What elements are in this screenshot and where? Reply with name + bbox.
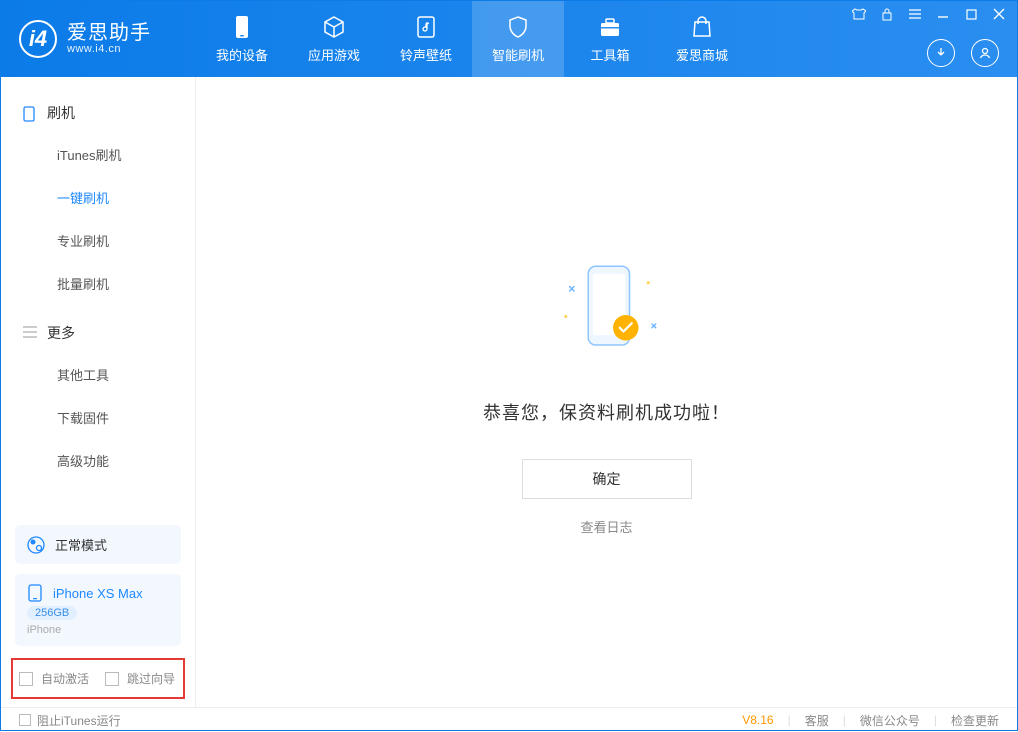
tab-label: 爱思商城 xyxy=(676,45,728,64)
confirm-button[interactable]: 确定 xyxy=(522,459,692,499)
checkbox-auto-activate[interactable] xyxy=(19,672,33,686)
app-name: 爱思助手 xyxy=(67,23,151,43)
footer: 阻止iTunes运行 V8.16 | 客服 | 微信公众号 | 检查更新 xyxy=(1,707,1017,732)
success-message: 恭喜您，保资料刷机成功啦！ xyxy=(483,399,730,425)
success-illustration xyxy=(547,249,667,369)
cube-icon xyxy=(322,15,346,39)
section-title: 更多 xyxy=(47,323,75,343)
device-name: iPhone XS Max xyxy=(53,586,143,601)
sidebar-item-download-firmware[interactable]: 下载固件 xyxy=(1,396,195,439)
main-tabs: 我的设备 应用游戏 铃声壁纸 智能刷机 工具箱 爱思商城 xyxy=(196,1,748,77)
user-icon[interactable] xyxy=(971,39,999,67)
logo: i4 爱思助手 www.i4.cn xyxy=(1,20,196,58)
device-storage-badge: 256GB xyxy=(27,606,77,620)
sidebar-item-advanced[interactable]: 高级功能 xyxy=(1,439,195,482)
bag-icon xyxy=(690,15,714,39)
sidebar-item-oneclick-flash[interactable]: 一键刷机 xyxy=(1,176,195,219)
header-actions xyxy=(927,39,999,67)
sidebar-item-batch-flash[interactable]: 批量刷机 xyxy=(1,262,195,305)
tab-toolbox[interactable]: 工具箱 xyxy=(564,1,656,77)
lock-icon[interactable] xyxy=(879,7,895,21)
tab-label: 我的设备 xyxy=(216,45,268,64)
mode-indicator[interactable]: 正常模式 xyxy=(15,525,181,564)
checkbox-block-itunes[interactable] xyxy=(19,714,31,726)
option-label: 自动激活 xyxy=(41,670,89,687)
view-log-link[interactable]: 查看日志 xyxy=(580,517,632,536)
tab-flash[interactable]: 智能刷机 xyxy=(472,1,564,77)
phone-outline-icon xyxy=(23,106,37,120)
sidebar-item-other-tools[interactable]: 其他工具 xyxy=(1,353,195,396)
window-controls xyxy=(851,7,1007,21)
mode-icon xyxy=(27,536,45,554)
close-icon[interactable] xyxy=(991,7,1007,21)
tab-apps[interactable]: 应用游戏 xyxy=(288,1,380,77)
tab-label: 智能刷机 xyxy=(492,45,544,64)
section-more: 更多 xyxy=(1,313,195,353)
phone-icon xyxy=(230,15,254,39)
sidebar: 刷机 iTunes刷机 一键刷机 专业刷机 批量刷机 更多 其他工具 下载固件 … xyxy=(1,77,196,707)
minimize-icon[interactable] xyxy=(935,7,951,21)
version-label: V8.16 xyxy=(742,713,773,727)
device-card[interactable]: iPhone XS Max 256GB iPhone xyxy=(15,574,181,646)
tab-label: 铃声壁纸 xyxy=(400,45,452,64)
mode-label: 正常模式 xyxy=(55,535,107,554)
tshirt-icon[interactable] xyxy=(851,7,867,21)
tab-ringtones[interactable]: 铃声壁纸 xyxy=(380,1,472,77)
tab-store[interactable]: 爱思商城 xyxy=(656,1,748,77)
support-link[interactable]: 客服 xyxy=(805,712,829,729)
sidebar-item-itunes-flash[interactable]: iTunes刷机 xyxy=(1,133,195,176)
logo-icon: i4 xyxy=(19,20,57,58)
section-flash: 刷机 xyxy=(1,93,195,133)
option-label: 跳过向导 xyxy=(127,670,175,687)
tab-my-device[interactable]: 我的设备 xyxy=(196,1,288,77)
sidebar-item-pro-flash[interactable]: 专业刷机 xyxy=(1,219,195,262)
block-itunes-label: 阻止iTunes运行 xyxy=(37,712,121,729)
list-icon xyxy=(23,326,37,340)
maximize-icon[interactable] xyxy=(963,7,979,21)
device-type: iPhone xyxy=(27,624,169,636)
main-content: 恭喜您，保资料刷机成功啦！ 确定 查看日志 xyxy=(196,77,1017,707)
tab-label: 工具箱 xyxy=(590,45,629,64)
menu-icon[interactable] xyxy=(907,7,923,21)
wechat-link[interactable]: 微信公众号 xyxy=(860,712,920,729)
music-file-icon xyxy=(414,15,438,39)
shield-icon xyxy=(506,15,530,39)
download-icon[interactable] xyxy=(927,39,955,67)
toolbox-icon xyxy=(598,15,622,39)
app-header: i4 爱思助手 www.i4.cn 我的设备 应用游戏 铃声壁纸 智能刷机 工具… xyxy=(1,1,1017,77)
checkbox-skip-guide[interactable] xyxy=(105,672,119,686)
app-url: www.i4.cn xyxy=(67,43,151,55)
tab-label: 应用游戏 xyxy=(308,45,360,64)
check-update-link[interactable]: 检查更新 xyxy=(951,712,999,729)
options-highlight: 自动激活 跳过向导 xyxy=(11,658,185,699)
device-icon xyxy=(27,584,43,602)
section-title: 刷机 xyxy=(47,103,75,123)
